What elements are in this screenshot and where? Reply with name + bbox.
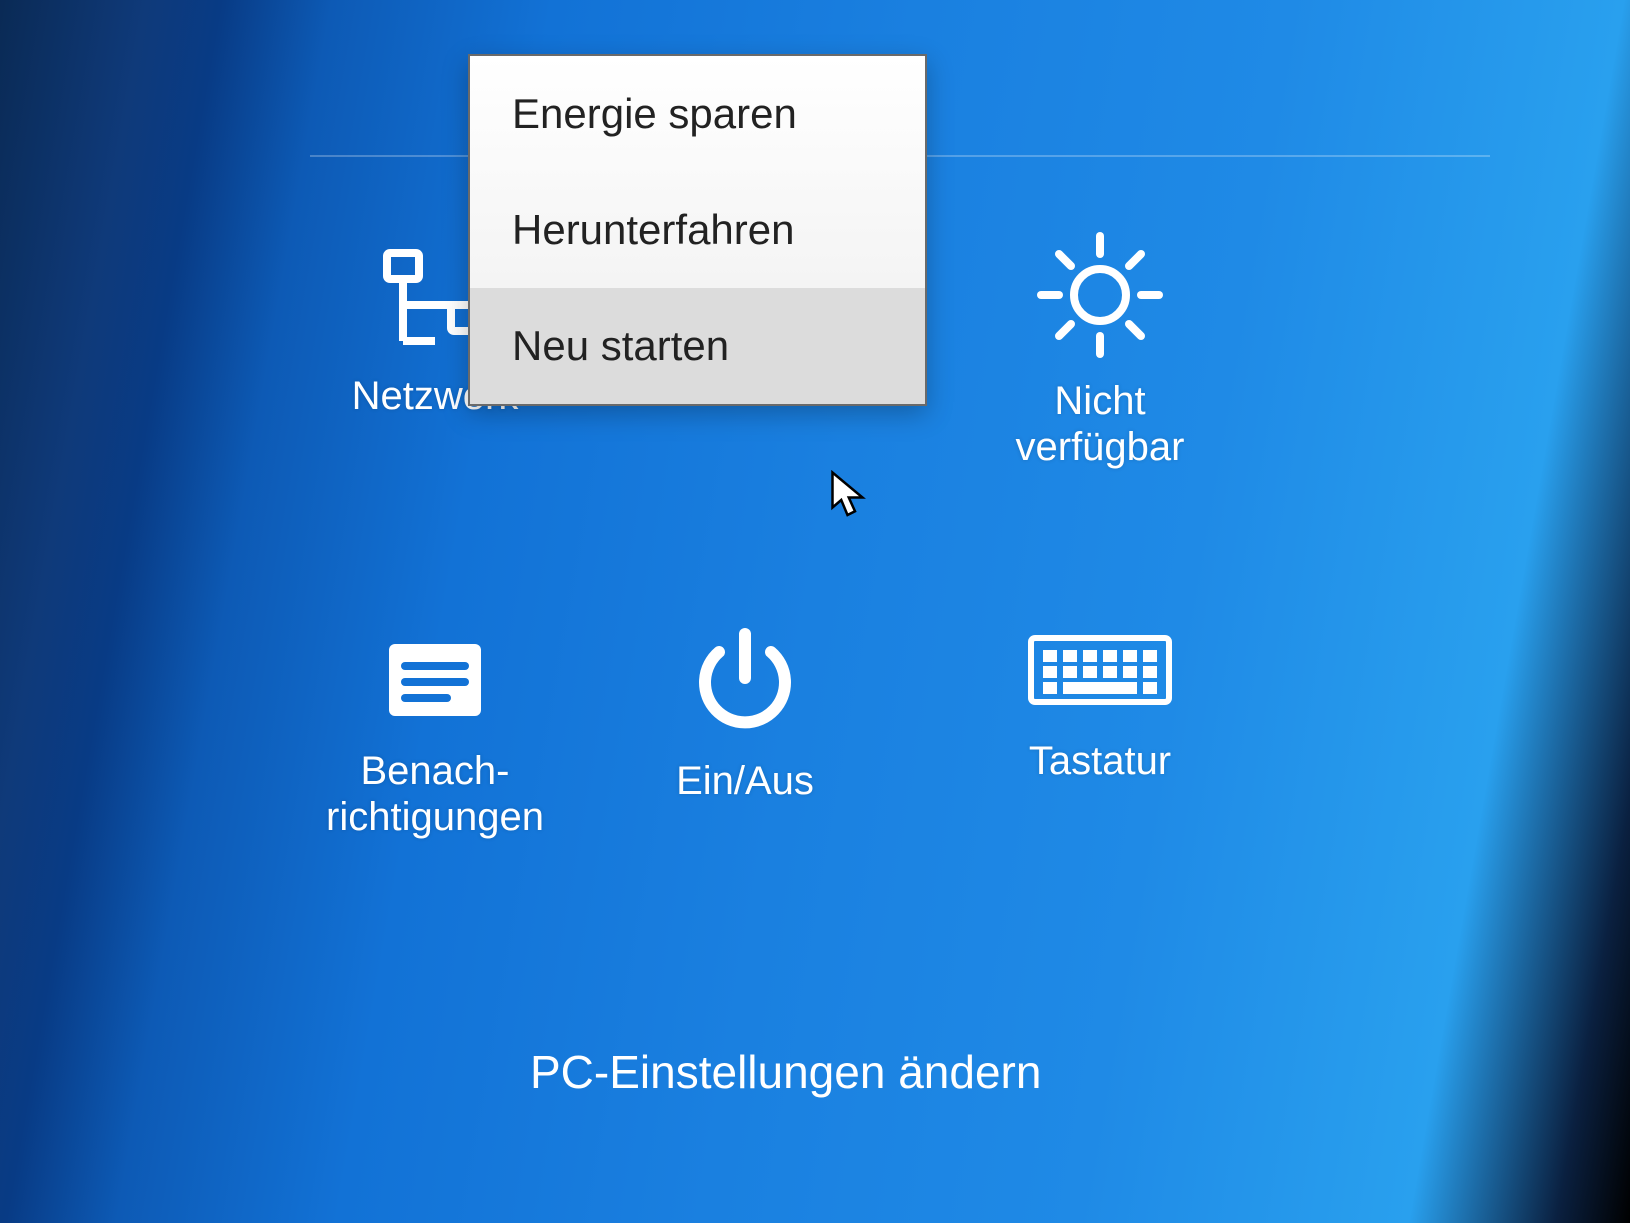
- charm-notifications[interactable]: Benach- richtigungen: [310, 630, 560, 840]
- charm-keyboard-label: Tastatur: [975, 738, 1225, 784]
- power-menu-item-shutdown[interactable]: Herunterfahren: [470, 172, 925, 288]
- change-pc-settings-link[interactable]: PC-Einstellungen ändern: [530, 1045, 1041, 1099]
- keyboard-icon: [1025, 620, 1175, 720]
- charm-notifications-label: Benach- richtigungen: [310, 748, 560, 840]
- power-icon: [685, 620, 805, 740]
- charm-brightness[interactable]: Nicht verfügbar: [975, 230, 1225, 470]
- charm-brightness-label: Nicht verfügbar: [975, 378, 1225, 470]
- notifications-icon: [375, 630, 495, 730]
- power-menu: Energie sparen Herunterfahren Neu starte…: [468, 54, 927, 406]
- brightness-icon: [1035, 230, 1165, 360]
- power-menu-item-sleep[interactable]: Energie sparen: [470, 56, 925, 172]
- power-menu-item-restart[interactable]: Neu starten: [470, 288, 925, 404]
- charm-power-label: Ein/Aus: [620, 758, 870, 804]
- charm-keyboard[interactable]: Tastatur: [975, 620, 1225, 784]
- charm-power[interactable]: Ein/Aus: [620, 620, 870, 804]
